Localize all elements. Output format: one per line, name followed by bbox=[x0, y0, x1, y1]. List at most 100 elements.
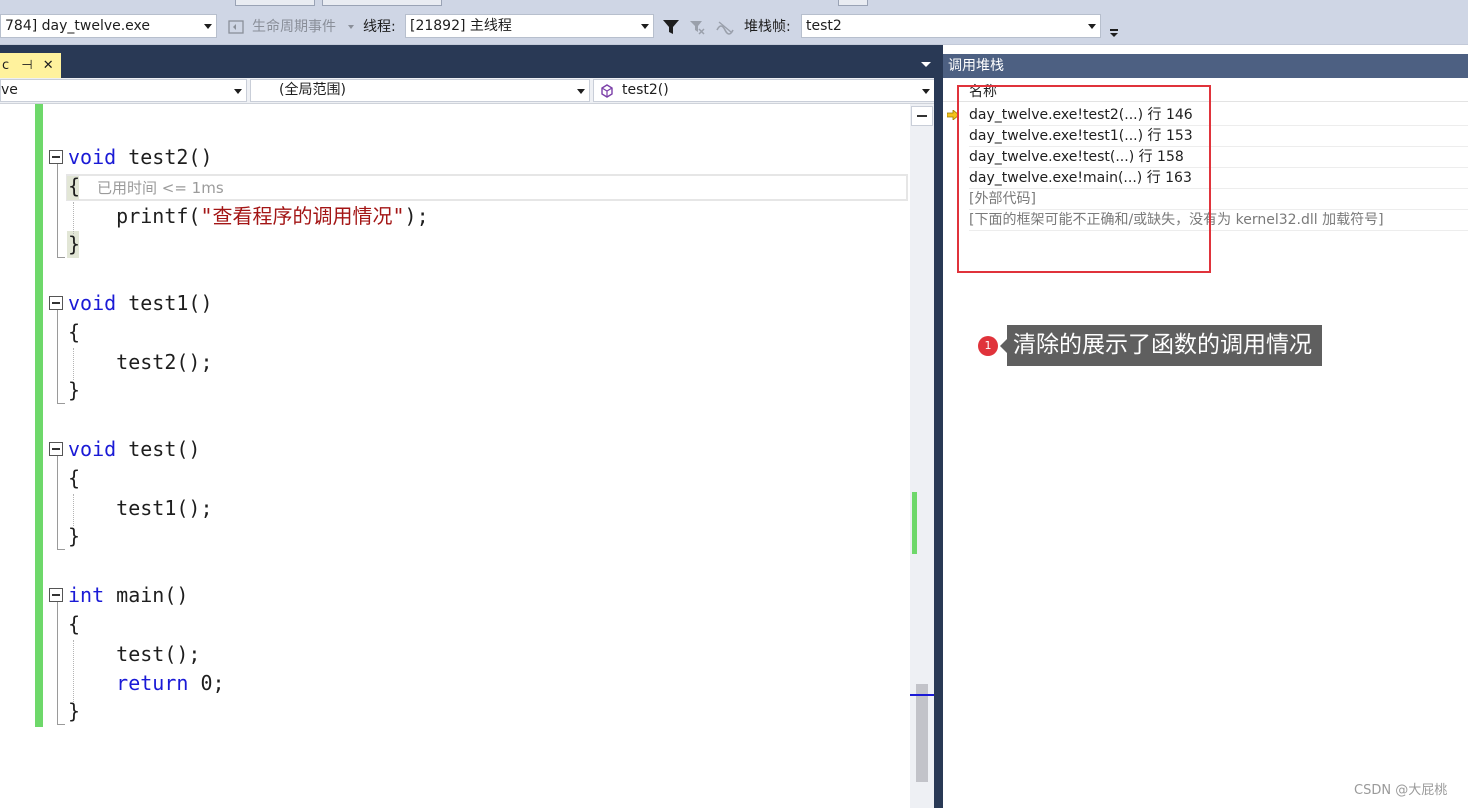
chevron-down-icon bbox=[922, 89, 930, 94]
code-editor[interactable]: void test2() { 已用时间 <= 1ms printf("查看程序的… bbox=[0, 104, 910, 808]
code-line: } bbox=[68, 231, 80, 257]
code-text: test1() bbox=[116, 291, 213, 315]
toolbar-overflow-icon[interactable] bbox=[1110, 29, 1118, 31]
tab-list-dropdown-icon[interactable] bbox=[921, 62, 931, 67]
project-combo[interactable]: ve bbox=[0, 79, 247, 102]
code-line: void test() bbox=[68, 436, 200, 462]
chevron-down-icon[interactable] bbox=[1110, 33, 1118, 37]
panel-splitter[interactable] bbox=[934, 45, 943, 808]
chevron-down-icon[interactable] bbox=[348, 25, 354, 29]
code-text: { bbox=[68, 174, 81, 198]
fold-guide-end bbox=[57, 257, 65, 258]
project-value: ve bbox=[1, 82, 18, 98]
editor-tab-bar: c ⊣ ✕ bbox=[0, 45, 937, 78]
keyword: void bbox=[68, 145, 117, 169]
code-text: ); bbox=[404, 204, 429, 228]
tab-label: c bbox=[2, 58, 10, 73]
code-text: main() bbox=[104, 583, 189, 607]
keyword: return bbox=[68, 671, 189, 695]
annotation-callout: 清除的展示了函数的调用情况 bbox=[1000, 325, 1322, 366]
chevron-down-icon bbox=[641, 24, 649, 29]
stack-frame-label: 堆栈帧: bbox=[744, 19, 791, 35]
code-line: { bbox=[68, 319, 80, 345]
chevron-down-icon bbox=[1088, 24, 1096, 29]
scope-combo[interactable]: (全局范围) bbox=[250, 79, 590, 102]
keyword: void bbox=[68, 437, 117, 461]
method-cube-icon bbox=[601, 84, 613, 98]
code-text: { bbox=[68, 612, 81, 636]
fold-guide-end bbox=[57, 724, 65, 725]
keyword: void bbox=[68, 291, 117, 315]
annotation-highlight-box bbox=[957, 85, 1211, 273]
thread-value: [21892] 主线程 bbox=[410, 18, 512, 34]
scrollbar-thumb[interactable] bbox=[916, 684, 928, 782]
thread-combo[interactable]: [21892] 主线程 bbox=[405, 14, 654, 38]
code-text: test() bbox=[116, 437, 201, 461]
chevron-down-icon bbox=[234, 89, 242, 94]
code-line: return 0; bbox=[68, 670, 225, 696]
chevron-down-icon bbox=[577, 89, 585, 94]
perf-tip-elapsed-time[interactable]: 已用时间 <= 1ms bbox=[97, 177, 224, 199]
split-window-button[interactable] bbox=[911, 106, 933, 126]
debug-location-toolbar: 784] day_twelve.exe 生命周期事件 线程: [21892] 主… bbox=[0, 9, 1468, 45]
scrollbar-change-marker bbox=[912, 492, 917, 554]
editor-navigation-bar: ve (全局范围) test2() bbox=[0, 78, 937, 104]
code-text: } bbox=[68, 524, 81, 548]
string-literal: "查看程序的调用情况" bbox=[200, 204, 405, 228]
platform-combo-clipped[interactable] bbox=[322, 0, 442, 6]
stack-frame-combo[interactable]: test2 bbox=[801, 14, 1101, 38]
fold-guide bbox=[57, 456, 58, 549]
fold-guide bbox=[57, 602, 58, 724]
chevron-down-icon bbox=[204, 24, 212, 29]
code-text: 0; bbox=[188, 671, 225, 695]
function-value: test2() bbox=[622, 82, 669, 98]
flag-thread-icon[interactable] bbox=[688, 18, 706, 36]
code-text: test1(); bbox=[68, 496, 213, 520]
code-text: { bbox=[68, 320, 81, 344]
code-line: } bbox=[68, 698, 80, 724]
code-text: printf( bbox=[68, 204, 201, 228]
toolbar-button-clipped[interactable] bbox=[838, 0, 868, 6]
fold-toggle-test2[interactable] bbox=[49, 150, 63, 164]
lifecycle-event-icon[interactable] bbox=[227, 18, 245, 36]
code-line: printf("查看程序的调用情况"); bbox=[68, 203, 429, 229]
scrollbar-caret-marker bbox=[910, 694, 934, 696]
pin-icon[interactable]: ⊣ bbox=[21, 58, 32, 73]
code-line: test1(); bbox=[68, 495, 213, 521]
code-text: test(); bbox=[68, 642, 201, 666]
code-line: int main() bbox=[68, 582, 188, 608]
close-icon[interactable]: ✕ bbox=[43, 58, 54, 73]
editor-vertical-scrollbar[interactable] bbox=[910, 104, 934, 808]
stack-frame-value: test2 bbox=[806, 18, 842, 34]
function-combo[interactable]: test2() bbox=[593, 79, 935, 102]
fold-toggle-main[interactable] bbox=[49, 588, 63, 602]
code-line: void test1() bbox=[68, 290, 213, 316]
code-line: test2(); bbox=[68, 349, 213, 375]
editor-tab-active[interactable]: c ⊣ ✕ bbox=[0, 53, 61, 78]
call-stack-title[interactable]: 调用堆栈 bbox=[943, 54, 1468, 78]
watermark: CSDN @大屁桃 bbox=[1354, 783, 1448, 798]
code-text: { bbox=[68, 466, 81, 490]
lifecycle-events-label[interactable]: 生命周期事件 bbox=[252, 18, 336, 36]
fold-guide-end bbox=[57, 403, 65, 404]
fold-toggle-test1[interactable] bbox=[49, 296, 63, 310]
filter-icon[interactable] bbox=[662, 18, 680, 36]
code-line: { bbox=[68, 173, 80, 199]
code-text: } bbox=[68, 378, 81, 402]
config-combo-clipped[interactable] bbox=[235, 0, 315, 6]
fold-guide bbox=[57, 310, 58, 403]
code-line: { bbox=[68, 465, 80, 491]
code-text: } bbox=[68, 232, 81, 256]
code-text: test2() bbox=[116, 145, 213, 169]
scope-value: (全局范围) bbox=[279, 82, 346, 98]
code-text: test2(); bbox=[68, 350, 213, 374]
process-combo[interactable]: 784] day_twelve.exe bbox=[0, 14, 217, 38]
fold-toggle-test[interactable] bbox=[49, 442, 63, 456]
annotation-number-badge: 1 bbox=[978, 336, 998, 356]
toolbar-top-clipped bbox=[0, 0, 1468, 9]
code-line: } bbox=[68, 523, 80, 549]
code-text: } bbox=[68, 699, 81, 723]
fold-guide-end bbox=[57, 549, 65, 550]
show-threads-icon[interactable] bbox=[716, 18, 734, 36]
thread-label: 线程: bbox=[363, 19, 396, 35]
